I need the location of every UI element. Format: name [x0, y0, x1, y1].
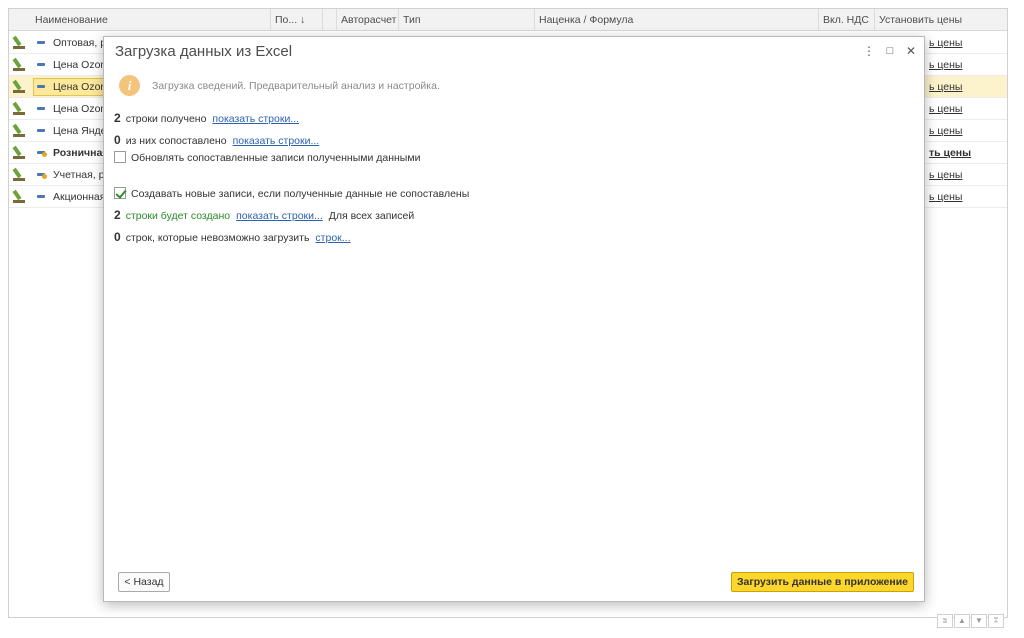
edit-pencil-icon [12, 167, 25, 181]
set-prices-link[interactable]: ь цены [929, 164, 962, 186]
column-header-vat[interactable]: Вкл. НДС [819, 9, 875, 31]
set-prices-link[interactable]: ь цены [929, 186, 962, 208]
row-name: Цена Ozon [53, 103, 107, 115]
set-prices-link[interactable]: ть цены [929, 142, 971, 164]
more-actions-icon[interactable]: ⋮ [862, 43, 876, 59]
set-prices-link[interactable]: ь цены [929, 120, 962, 142]
to-create-count: 2 [114, 208, 121, 222]
column-header-blank[interactable] [323, 9, 337, 31]
scroll-up-button[interactable]: ▲ [954, 614, 970, 628]
edit-pencil-icon [12, 145, 25, 159]
matched-rows-line: 0 из них сопоставлено показать строки... [114, 132, 319, 148]
show-received-link[interactable]: показать строки... [212, 113, 299, 125]
edit-pencil-icon [12, 57, 25, 71]
row-name: Розничная [53, 147, 109, 159]
item-marker-icon [37, 129, 45, 132]
close-icon[interactable]: ✕ [904, 43, 918, 59]
edit-pencil-icon [12, 35, 25, 49]
edit-pencil-icon [12, 79, 25, 93]
cannot-load-count: 0 [114, 230, 121, 244]
scroll-bottom-button[interactable]: ⩱ [988, 614, 1004, 628]
received-text: строки получено [125, 113, 207, 125]
create-records-checkbox[interactable] [114, 187, 126, 200]
received-rows-line: 2 строки получено показать строки... [114, 110, 299, 126]
cannot-load-line: 0 строк, которые невозможно загрузить стро… [114, 229, 351, 245]
item-status-dot-icon [42, 174, 47, 179]
item-marker-icon [37, 107, 45, 110]
show-matched-link[interactable]: показать строки... [233, 135, 320, 147]
item-marker-icon [37, 85, 45, 88]
column-header-set-prices[interactable]: Установить цены [875, 9, 1009, 31]
row-name: Оптовая, р [53, 37, 107, 49]
create-records-label[interactable]: Создавать новые записи, если полученные … [131, 188, 469, 200]
table-header: Наименование По... ↓ Авторасчет Тип Наце… [9, 9, 1007, 31]
item-marker-icon [37, 195, 45, 198]
to-create-line: 2 строки будет создано показать строки... Д… [114, 207, 414, 223]
item-status-dot-icon [42, 152, 47, 157]
matched-count: 0 [114, 133, 121, 147]
matched-text: из них сопоставлено [125, 135, 227, 147]
back-button[interactable]: < Назад [118, 572, 170, 592]
create-records-option[interactable]: Создавать новые записи, если полученные … [114, 186, 469, 202]
edit-pencil-icon [12, 123, 25, 137]
maximize-icon[interactable]: □ [883, 43, 897, 59]
column-header-order[interactable]: По... ↓ [271, 9, 323, 31]
column-header-autocalc[interactable]: Авторасчет [337, 9, 399, 31]
update-records-checkbox[interactable] [114, 151, 126, 164]
scroll-down-button[interactable]: ▼ [971, 614, 987, 628]
row-name: Цена Ozon [53, 59, 107, 71]
item-marker-icon [37, 63, 45, 66]
scroll-top-button[interactable]: ⩰ [937, 614, 953, 628]
received-count: 2 [114, 111, 121, 125]
row-name: Акционная [53, 191, 106, 203]
cannot-load-text: строк, которые невозможно загрузить [125, 232, 310, 244]
row-name: Цена Янде [53, 125, 107, 137]
column-header-markup[interactable]: Наценка / Формула [535, 9, 819, 31]
for-all-records-text: Для всех записей [328, 210, 415, 222]
update-records-option[interactable]: Обновлять сопоставленные записи полученн… [114, 150, 420, 166]
column-header-name[interactable]: Наименование [31, 9, 271, 31]
to-create-text: строки будет создано [125, 210, 231, 222]
edit-pencil-icon [12, 101, 25, 115]
info-icon: i [119, 75, 140, 96]
column-header-type[interactable]: Тип [399, 9, 535, 31]
edit-pencil-icon [12, 189, 25, 203]
set-prices-link[interactable]: ь цены [929, 76, 962, 98]
set-prices-link[interactable]: ь цены [929, 98, 962, 120]
set-prices-link[interactable]: ь цены [929, 32, 962, 54]
show-cannot-load-link[interactable]: строк... [315, 232, 350, 244]
row-name: Цена Ozon [53, 81, 107, 93]
show-to-create-link[interactable]: показать строки... [236, 210, 323, 222]
set-prices-link[interactable]: ь цены [929, 54, 962, 76]
excel-import-dialog: Загрузка данных из Excel ⋮ □ ✕ i Загрузк… [103, 36, 925, 602]
load-data-button[interactable]: Загрузить данные в приложение [731, 572, 914, 592]
row-name: Учетная, р. [53, 169, 108, 181]
info-message: Загрузка сведений. Предварительный анали… [152, 80, 440, 92]
item-marker-icon [37, 41, 45, 44]
update-records-label[interactable]: Обновлять сопоставленные записи полученн… [131, 152, 420, 164]
dialog-title: Загрузка данных из Excel [115, 43, 293, 60]
